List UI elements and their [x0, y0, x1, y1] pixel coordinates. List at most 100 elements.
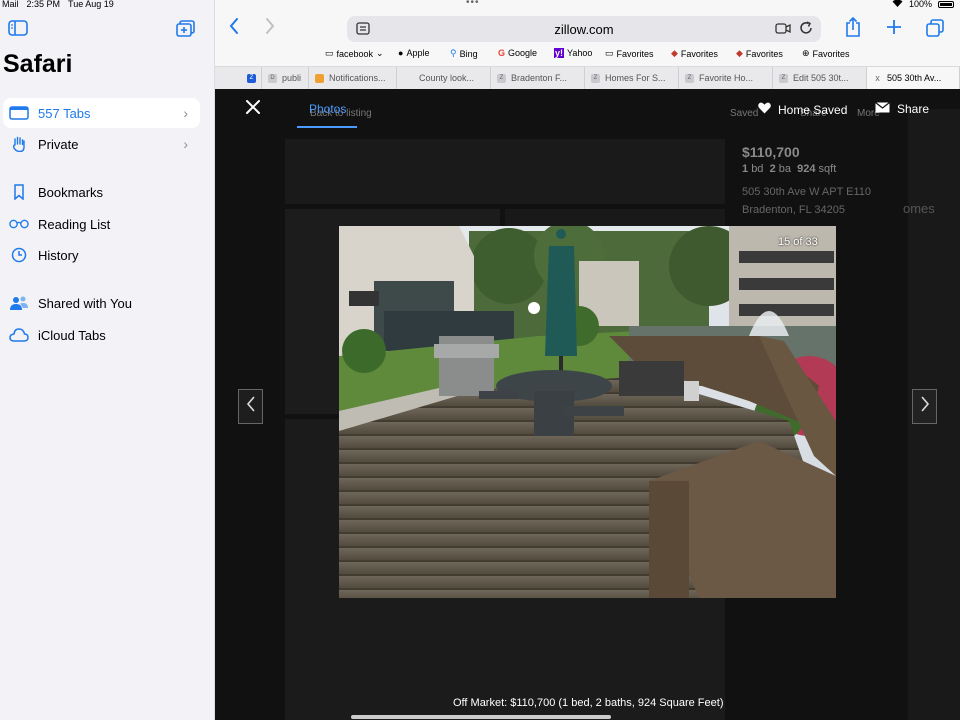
- sqft-value: 924: [797, 163, 816, 175]
- status-time: 2:35 PM: [26, 0, 61, 9]
- tab-item-active[interactable]: x 505 30th Av...: [867, 67, 960, 89]
- favorite-label: Apple: [406, 48, 430, 58]
- favorite-bing[interactable]: ⚲ Bing: [450, 48, 478, 59]
- tabs-icon: [9, 105, 29, 121]
- new-tab-group-icon[interactable]: [176, 20, 196, 43]
- folder-icon: ▭: [325, 48, 334, 58]
- tab-label: Notifications...: [329, 73, 386, 83]
- favorite-label: Google: [508, 48, 538, 58]
- tab-item[interactable]: Notifications...: [309, 67, 397, 89]
- tab-item[interactable]: Z Favorite Ho...: [679, 67, 773, 89]
- sidebar-title: Safari: [3, 50, 73, 78]
- tab-photos[interactable]: Photos: [309, 102, 346, 116]
- home-indicator[interactable]: [351, 715, 611, 719]
- bookmark-icon: [9, 184, 29, 200]
- home-saved-button[interactable]: Home Saved: [758, 102, 847, 117]
- home-saved-label: Home Saved: [778, 102, 848, 117]
- favorite-label: Favorites: [812, 48, 850, 59]
- sidebar-item-bookmarks[interactable]: Bookmarks: [3, 177, 200, 207]
- listing-photo: [339, 226, 836, 598]
- hand-icon: [9, 136, 29, 152]
- folder-icon: ▭: [605, 48, 614, 58]
- favorite-apple[interactable]: ● Apple: [398, 48, 429, 58]
- favorite-google[interactable]: G Google: [498, 48, 537, 58]
- sidebar-item-history[interactable]: History: [3, 240, 200, 270]
- sidebar-item-label: Private: [38, 136, 79, 152]
- sidebar-item-tabs[interactable]: 557 Tabs ›: [3, 98, 200, 128]
- sidebar-toggle-icon[interactable]: [8, 20, 28, 41]
- chevron-right-icon: ›: [183, 105, 188, 121]
- globe-icon: ⊕: [802, 48, 810, 58]
- multitasking-dots-icon[interactable]: •••: [466, 0, 480, 8]
- share-icon[interactable]: [845, 16, 861, 42]
- address-bar[interactable]: zillow.com: [347, 16, 821, 42]
- tab-item[interactable]: Z Edit 505 30t...: [773, 67, 867, 89]
- tab-item[interactable]: County look...: [397, 67, 491, 89]
- tab-item[interactable]: Z: [215, 67, 262, 89]
- favorite-folder-2[interactable]: ◆ Favorites: [671, 48, 718, 59]
- back-to-app-link[interactable]: Mail: [2, 0, 19, 9]
- sidebar-item-label: Reading List: [38, 216, 111, 232]
- notifications-favicon-icon: [315, 73, 324, 83]
- photo-caption: Off Market: $110,700 (1 bed, 2 baths, 92…: [453, 697, 724, 709]
- favorites-bar: ▭ facebook ⌄ ● Apple ⚲ Bing G Google y! …: [215, 48, 960, 62]
- beds-unit: bd: [751, 163, 764, 175]
- reload-icon[interactable]: [799, 21, 813, 40]
- clock-icon: [9, 247, 29, 263]
- favorite-yahoo[interactable]: y! Yahoo: [554, 48, 592, 58]
- zillow-favicon-icon: Z: [591, 73, 600, 83]
- safari-sidebar: Safari 557 Tabs › Private › Bookmarks Re…: [0, 0, 215, 720]
- chevron-left-icon: [246, 396, 256, 417]
- sidebar-item-reading-list[interactable]: Reading List: [3, 209, 200, 239]
- google-icon: G: [498, 48, 506, 58]
- url-text: zillow.com: [554, 22, 614, 37]
- battery-percent: 100%: [908, 0, 932, 9]
- close-icon[interactable]: [245, 99, 261, 115]
- back-icon[interactable]: [229, 18, 239, 39]
- chevron-down-icon: ⌄: [376, 48, 384, 58]
- favorite-facebook[interactable]: ▭ facebook ⌄: [325, 48, 384, 59]
- favorite-folder-1[interactable]: ▭ Favorites: [605, 48, 654, 59]
- baths-value: 2: [769, 163, 776, 175]
- sidebar-item-label: 557 Tabs: [38, 105, 91, 121]
- sidebar-item-label: Shared with You: [38, 295, 132, 311]
- next-photo-button[interactable]: [912, 389, 937, 424]
- tab-audio-icon[interactable]: [775, 22, 791, 40]
- sidebar-item-private[interactable]: Private ›: [3, 129, 200, 159]
- sidebar-item-icloud-tabs[interactable]: iCloud Tabs: [3, 320, 200, 350]
- tab-overview-icon[interactable]: [926, 19, 944, 42]
- search-icon: ⚲: [450, 48, 457, 58]
- close-tab-icon[interactable]: x: [873, 73, 882, 83]
- zillow-favicon-icon: Z: [779, 73, 788, 83]
- favorite-folder-3[interactable]: ◆ Favorites: [736, 48, 783, 59]
- favorite-label: Favorites: [616, 48, 654, 59]
- tab-label: publi: [282, 73, 302, 83]
- photo-counter: 15 of 33: [778, 236, 818, 248]
- sidebar-item-shared-with-you[interactable]: Shared with You: [3, 288, 200, 318]
- sidebar-item-label: Bookmarks: [38, 184, 104, 200]
- beds-value: 1: [742, 163, 749, 175]
- share-button[interactable]: Share: [875, 102, 929, 116]
- tab-item[interactable]: D publi: [262, 67, 309, 89]
- yahoo-icon: y!: [554, 48, 565, 58]
- favorite-label: Bing: [459, 48, 478, 59]
- screen: Mail 2:35 PM Tue Aug 19 ••• 100% Safari: [0, 0, 960, 720]
- favorite-label: Favorites: [745, 48, 783, 59]
- new-tab-icon[interactable]: [886, 19, 902, 40]
- tab-label: Edit 505 30t...: [793, 73, 849, 83]
- favorite-label: Favorites: [680, 48, 718, 59]
- battery-icon: [938, 0, 954, 8]
- tab-item[interactable]: Z Homes For S...: [585, 67, 679, 89]
- favorite-folder-4[interactable]: ⊕ Favorites: [802, 48, 850, 59]
- favorite-label: facebook: [336, 48, 374, 59]
- heart-icon: [758, 102, 771, 117]
- tab-label: 505 30th Av...: [887, 73, 942, 83]
- background-facts: 1 bd 2 ba 924 sqft: [742, 163, 836, 175]
- tab-item[interactable]: Z Bradenton F...: [491, 67, 585, 89]
- previous-photo-button[interactable]: [238, 389, 263, 424]
- sidebar-item-label: History: [38, 247, 79, 263]
- forward-icon[interactable]: [265, 18, 275, 39]
- share-label: Share: [897, 102, 930, 116]
- tab-label: Bradenton F...: [511, 73, 568, 83]
- zillow-favicon-icon: Z: [685, 73, 694, 83]
